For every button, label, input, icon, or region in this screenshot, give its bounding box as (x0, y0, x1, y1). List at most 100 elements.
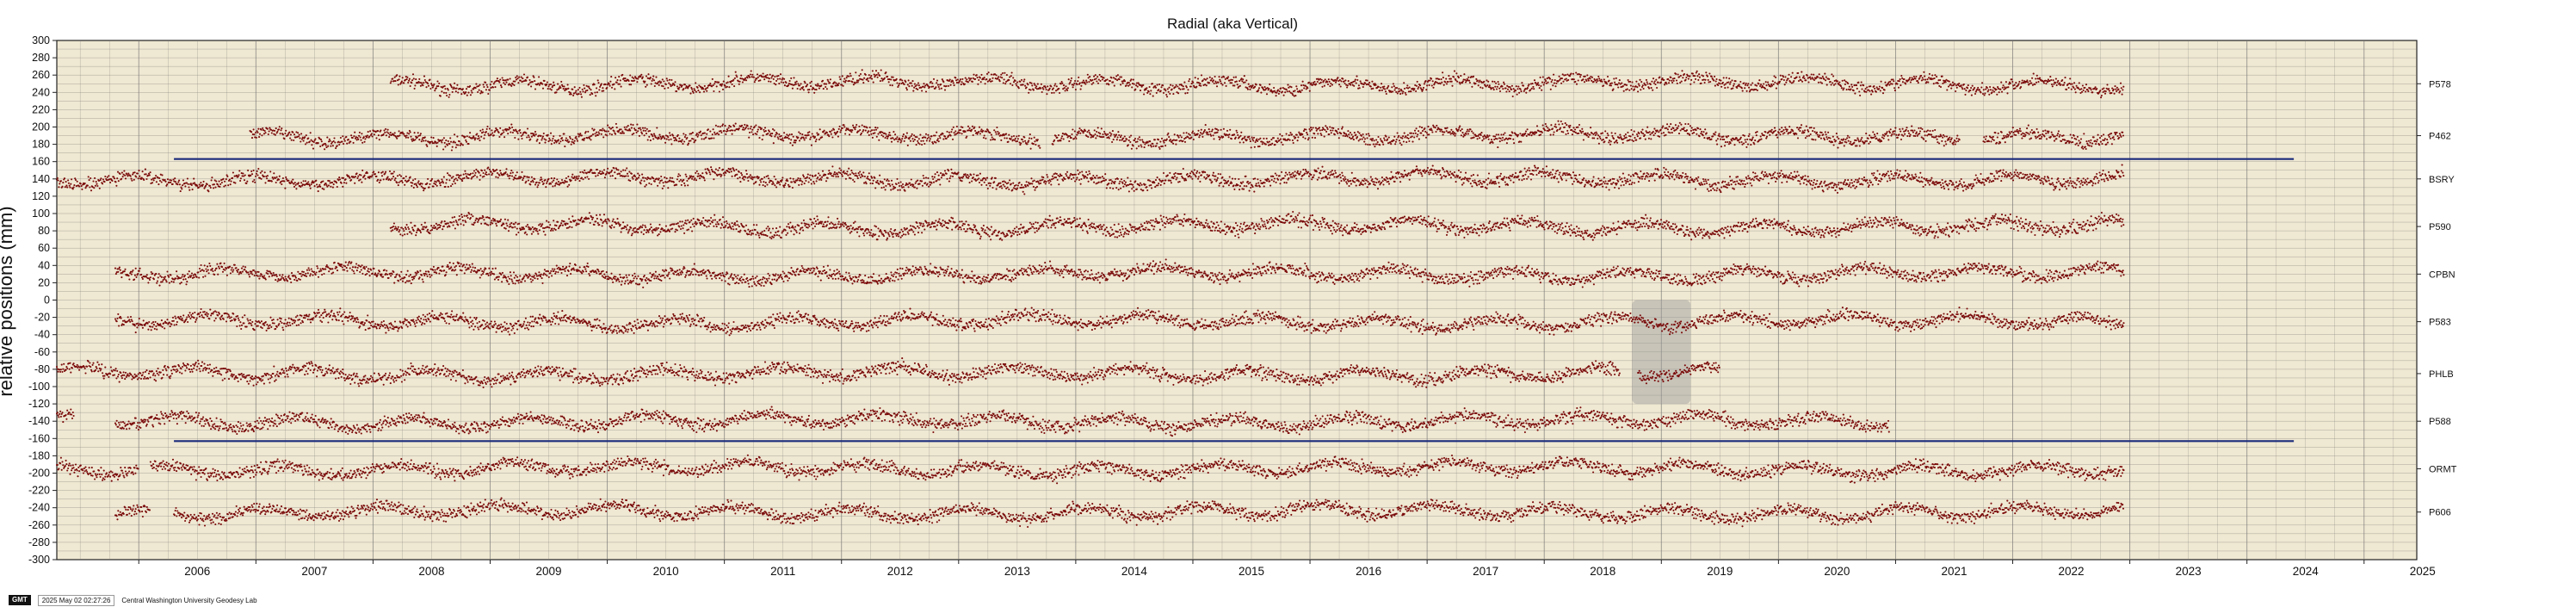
data-point (769, 74, 771, 76)
data-point (1505, 90, 1507, 92)
data-point (1729, 84, 1731, 85)
data-point (478, 85, 479, 87)
data-point (1214, 83, 1215, 84)
data-point (584, 91, 586, 93)
data-point (1922, 77, 1924, 78)
data-point (498, 82, 500, 84)
data-point (733, 126, 735, 127)
data-point (1588, 80, 1590, 82)
data-point (914, 139, 916, 140)
data-point (2073, 87, 2074, 89)
data-point (567, 84, 569, 85)
data-point (796, 81, 798, 83)
data-point (1053, 92, 1055, 94)
data-point (1987, 90, 1989, 92)
data-point (1657, 130, 1659, 132)
data-point (1739, 84, 1740, 85)
data-point (1838, 138, 1839, 139)
data-point (283, 138, 285, 139)
data-point (471, 92, 473, 94)
data-point (1730, 142, 1732, 144)
data-point (281, 127, 282, 129)
data-point (541, 84, 543, 85)
data-point (1936, 76, 1937, 77)
data-point (702, 88, 704, 90)
data-point (1589, 133, 1591, 135)
data-point (1110, 77, 1112, 78)
data-point (383, 133, 385, 135)
data-point (466, 88, 467, 90)
data-point (1704, 128, 1706, 130)
data-point (1160, 90, 1162, 92)
data-point (466, 135, 468, 137)
data-point (559, 87, 561, 89)
data-point (1883, 138, 1885, 139)
data-point (991, 77, 993, 79)
data-point (1861, 137, 1863, 139)
data-point (970, 77, 972, 79)
data-point (1607, 133, 1609, 134)
data-point (695, 82, 696, 84)
data-point (1844, 84, 1846, 85)
data-point (1557, 121, 1559, 122)
data-point (859, 129, 861, 131)
data-point (1429, 79, 1430, 81)
data-point (942, 133, 944, 134)
data-point (1312, 137, 1313, 139)
data-point (1540, 85, 1541, 87)
data-point (1802, 130, 1804, 132)
data-point (1220, 83, 1222, 84)
data-point (1498, 81, 1499, 83)
data-point (1035, 144, 1036, 146)
data-point (664, 88, 665, 90)
data-point (1660, 129, 1662, 131)
data-point (1915, 76, 1917, 77)
data-point (479, 84, 480, 86)
data-point (427, 83, 429, 84)
data-point (769, 77, 770, 79)
data-point (1161, 138, 1163, 139)
data-point (602, 136, 604, 138)
data-point (812, 133, 813, 134)
data-point (1856, 84, 1857, 86)
data-point (1634, 131, 1635, 133)
data-point (720, 132, 722, 133)
data-point (345, 136, 347, 138)
data-point (1463, 73, 1465, 75)
data-point (483, 84, 485, 85)
data-point (1398, 88, 1399, 90)
data-point (522, 77, 523, 79)
data-point (1900, 84, 1901, 86)
data-point (808, 91, 810, 93)
data-point (960, 129, 961, 131)
data-point (533, 133, 534, 135)
data-point (1920, 127, 1922, 129)
data-point (333, 140, 335, 142)
data-point (1868, 143, 1869, 145)
data-point (2010, 83, 2011, 84)
data-point (2115, 89, 2116, 90)
data-point (865, 130, 867, 132)
data-point (1418, 139, 1420, 140)
data-point (494, 86, 496, 88)
data-point (1262, 143, 1263, 145)
data-point (672, 135, 674, 137)
data-point (2069, 77, 2071, 79)
data-point (1869, 90, 1870, 92)
data-point (1156, 92, 1158, 94)
data-point (1152, 96, 1154, 97)
data-point (1404, 88, 1405, 90)
data-point (1258, 87, 1260, 89)
data-point (808, 134, 810, 136)
data-point (644, 127, 646, 129)
data-point (1545, 123, 1547, 125)
data-point (1696, 71, 1698, 72)
data-point (811, 145, 812, 146)
data-point (1879, 85, 1881, 87)
data-point (1606, 137, 1608, 139)
data-point (1850, 88, 1851, 90)
data-point (1917, 135, 1918, 137)
data-point (1405, 141, 1407, 143)
data-point (1069, 82, 1071, 84)
data-point (1383, 137, 1385, 139)
